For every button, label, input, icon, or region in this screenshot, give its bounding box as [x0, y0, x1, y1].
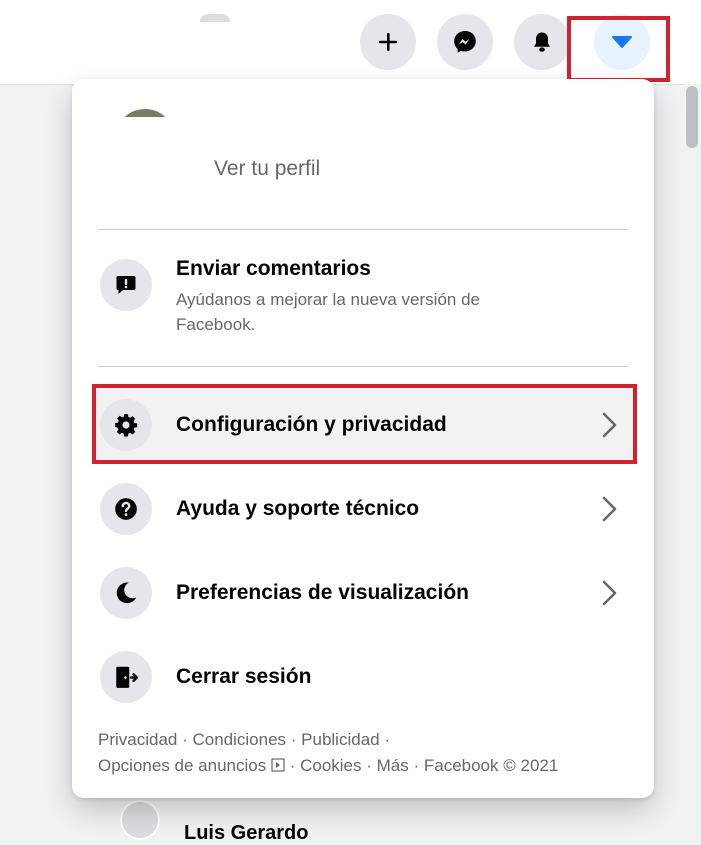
create-button[interactable] — [360, 14, 416, 70]
footer-copyright: Facebook © 2021 — [423, 756, 559, 775]
account-menu-button[interactable] — [594, 14, 650, 70]
notifications-button[interactable] — [514, 14, 570, 70]
footer-separator: · — [177, 730, 193, 749]
bell-icon — [534, 32, 550, 52]
display-preferences-item[interactable]: Preferencias de visualización — [92, 555, 634, 631]
logout-item[interactable]: Cerrar sesión — [92, 639, 634, 715]
contact-row[interactable]: Luis Gerardo — [120, 800, 308, 844]
footer-link-terms[interactable]: Condiciones — [192, 730, 286, 749]
contact-name: Luis Gerardo — [184, 821, 309, 844]
menu-divider — [98, 366, 628, 367]
plus-icon — [379, 33, 397, 51]
contact-avatar — [120, 800, 160, 840]
footer-link-privacy[interactable]: Privacidad — [98, 730, 177, 749]
help-support-label: Ayuda y soporte técnico — [176, 497, 420, 520]
scrollbar-track[interactable] — [683, 84, 701, 834]
footer-separator: · — [379, 730, 390, 749]
footer-link-ad-choices[interactable]: Opciones de anuncios — [98, 756, 290, 775]
feedback-title: Enviar comentarios — [176, 257, 371, 280]
ad-choices-icon — [271, 758, 285, 772]
footer-link-more[interactable]: Más — [377, 756, 409, 775]
messenger-icon — [454, 31, 476, 53]
scrollbar-thumb[interactable] — [686, 86, 698, 148]
gear-icon — [100, 399, 152, 451]
moon-icon — [100, 567, 152, 619]
question-icon — [100, 483, 152, 535]
settings-privacy-label: Configuración y privacidad — [176, 413, 447, 436]
partial-avatar — [200, 14, 230, 22]
footer-link-cookies[interactable]: Cookies — [300, 756, 361, 775]
logout-label: Cerrar sesión — [176, 665, 312, 688]
help-support-item[interactable]: Ayuda y soporte técnico — [92, 471, 634, 547]
footer-separator: · — [289, 756, 301, 775]
feedback-icon — [100, 259, 152, 311]
display-preferences-label: Preferencias de visualización — [176, 581, 469, 604]
top-navigation-bar — [0, 0, 701, 85]
caret-down-icon — [612, 36, 632, 48]
profile-avatar[interactable] — [112, 106, 178, 117]
footer-separator: · — [286, 730, 302, 749]
feedback-subtitle: Ayúdanos a mejorar la nueva versión de F… — [176, 290, 480, 334]
menu-divider — [98, 229, 628, 230]
account-dropdown-menu: Ver tu perfil Enviar comentarios Ayúdano… — [72, 79, 654, 798]
chevron-right-icon — [602, 580, 617, 606]
settings-privacy-item[interactable]: Configuración y privacidad — [92, 387, 634, 463]
logout-icon — [100, 651, 152, 703]
messenger-button[interactable] — [437, 14, 493, 70]
footer-link-advertising[interactable]: Publicidad — [301, 730, 379, 749]
view-profile-link[interactable]: Ver tu perfil — [214, 157, 320, 181]
chevron-right-icon — [602, 496, 617, 522]
send-feedback-item[interactable]: Enviar comentarios Ayúdanos a mejorar la… — [92, 247, 634, 347]
chevron-right-icon — [602, 412, 617, 438]
footer-separator: · — [361, 756, 377, 775]
menu-footer: Privacidad · Condiciones · Publicidad · … — [98, 727, 598, 779]
footer-separator: · — [408, 756, 424, 775]
